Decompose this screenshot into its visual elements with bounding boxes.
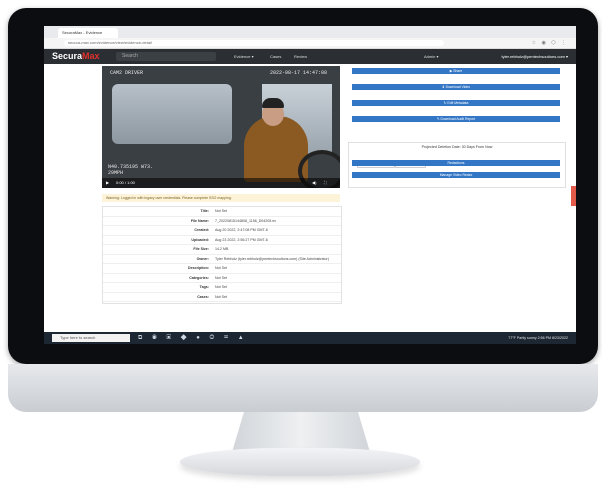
metadata-key: Description: (188, 266, 209, 270)
metadata-row: Owner: Tyler Rebholz (tyler.rebholz@pente… (103, 255, 341, 264)
metadata-row: Tags: Not Set (103, 283, 341, 293)
fullscreen-icon[interactable]: ⛶ (324, 180, 327, 185)
screen: SecuraMax - Evidence secura-max.com/evid… (44, 26, 576, 344)
video-window-left (112, 84, 232, 144)
play-icon[interactable]: ▶ (106, 180, 109, 185)
metadata-key: Owner: (196, 256, 209, 261)
metadata-value: Aug 23 2022, 2:56:27 PM GMT-6 (215, 237, 268, 242)
metadata-value: 7_20220815144808_1156_D04205.ev (215, 218, 277, 223)
search-input[interactable]: Search (116, 52, 216, 61)
monitor-stand-neck (232, 412, 370, 452)
download-audit-button[interactable]: ✎ Download Audit Report (352, 116, 560, 122)
metadata-key: Created: (194, 228, 209, 232)
metadata-value: Not Set (215, 266, 227, 270)
metadata-row: Title: Not Set (103, 207, 341, 217)
address-field[interactable]: secura-max.com/evidence/view/evidence-de… (64, 40, 444, 46)
metadata-row: Created: Aug 20 2022, 2:47:08 PM GMT-6 (103, 226, 341, 236)
taskbar-app-icons[interactable]: ⧉ ◉ ▣ ◆ ● ◎ ✉ ▲ (138, 335, 248, 341)
browser-tabstrip: SecuraMax - Evidence (44, 26, 576, 38)
admin-menu[interactable]: Admin ▾ (424, 52, 438, 61)
retention-text: Projected Deletion Date: 30 Days From No… (421, 145, 493, 149)
metadata-key: File Name: (190, 218, 209, 223)
taskbar-search[interactable]: Type here to search (52, 334, 130, 342)
monitor-stand-foot (180, 448, 420, 476)
manage-redax-button[interactable]: Manage Video Redax (352, 172, 560, 178)
metadata-row: File Size: 14.2 MB (103, 245, 341, 255)
video-player[interactable]: CAM2 DRIVER 2022-08-17 14:47:08 N40.7351… (102, 66, 340, 188)
metadata-key: Cases: (197, 294, 209, 299)
browser-toolbar-icons[interactable]: ☆ ◉ ⬡ ⋮ (532, 40, 568, 46)
download-video-button[interactable]: ⬇ Download Video (352, 84, 560, 90)
metadata-key: Uploaded: (191, 237, 209, 242)
nav-evidence[interactable]: Evidence ▾ (234, 52, 254, 61)
metadata-value: Aug 20 2022, 2:47:08 PM GMT-6 (215, 228, 268, 232)
browser-tab[interactable]: SecuraMax - Evidence (58, 28, 118, 38)
edit-metadata-button[interactable]: ↻ Edit Metadata (352, 100, 560, 106)
camera-label: CAM2 DRIVER (110, 70, 144, 76)
metadata-value: 14.2 MB (215, 247, 229, 251)
browser-urlbar: secura-max.com/evidence/view/evidence-de… (44, 38, 576, 49)
metadata-value: Tyler Rebholz (tyler.rebholz@pentechsout… (215, 256, 329, 261)
feedback-tab[interactable] (571, 186, 576, 206)
metadata-key: File Size: (193, 247, 209, 251)
redactions-button[interactable]: Redactions (352, 160, 560, 166)
nav-cases[interactable]: Cases (270, 52, 281, 61)
metadata-key: Categories: (189, 275, 209, 280)
metadata-table: Title: Not Set File Name: 7_20220815144808_… (102, 206, 342, 304)
metadata-row: Cases: Not Set (103, 293, 341, 302)
share-button[interactable]: ▶ Share (352, 68, 560, 74)
volume-icon[interactable]: ◀) (312, 180, 316, 185)
driver-hat (262, 98, 284, 108)
system-tray[interactable]: 77°F Partly sunny 2:56 PM 8/23/2022 (508, 335, 568, 341)
nav-review[interactable]: Review (294, 52, 307, 61)
speed-overlay: 29MPH (108, 170, 124, 176)
video-timestamp: 2022-08-17 14:47:08 (270, 70, 328, 76)
app-header: SecuraMax Search Evidence ▾ Cases Review… (44, 49, 576, 64)
metadata-row: File Name: 7_20220815144808_1156_D04205.e… (103, 217, 341, 226)
monitor-chin (8, 364, 598, 412)
video-controls: ▶ 0:00 / 1:00 ◀) ⛶ (102, 178, 340, 188)
metadata-key: Tags: (199, 285, 209, 289)
metadata-key: Title: (200, 209, 209, 213)
metadata-value: Not Set (215, 209, 227, 213)
video-time: 0:00 / 1:00 (116, 180, 135, 185)
warning-banner: Warning: Logged in with legacy user cred… (102, 194, 340, 202)
metadata-row: Description: Not Set (103, 264, 341, 274)
securamax-logo[interactable]: SecuraMax (52, 51, 100, 62)
metadata-value: Not Set (215, 275, 227, 280)
user-menu[interactable]: tyler.rebholz@pentechsoutions.com ▾ (501, 52, 568, 61)
metadata-row: Categories: Not Set (103, 274, 341, 283)
windows-taskbar: Type here to search ⧉ ◉ ▣ ◆ ● ◎ ✉ ▲ 77°F… (44, 332, 576, 344)
metadata-value: Not Set (215, 285, 227, 289)
metadata-value: Not Set (215, 294, 227, 299)
metadata-row: Uploaded: Aug 23 2022, 2:56:27 PM GMT-6 (103, 236, 341, 245)
